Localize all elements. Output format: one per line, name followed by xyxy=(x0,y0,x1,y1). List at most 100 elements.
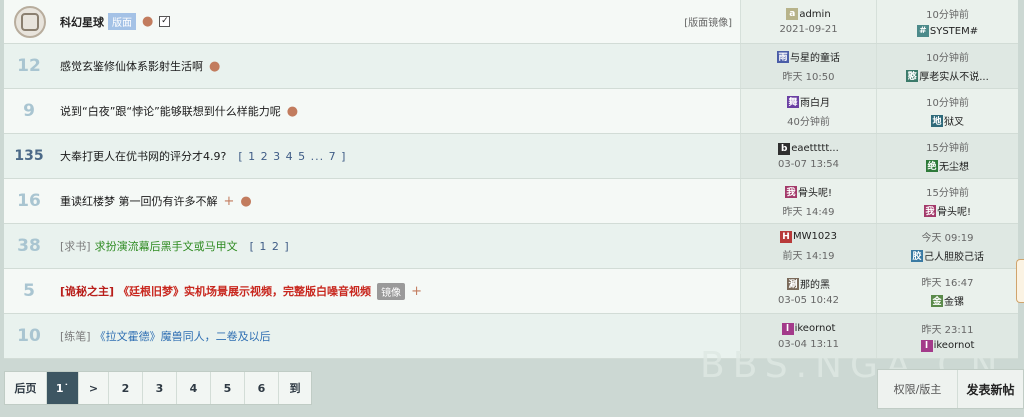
topic-title-link[interactable]: 说到“白夜”跟“悖论”能够联想到什么样能力呢 xyxy=(60,103,281,119)
user-avatar-icon: a xyxy=(786,8,799,20)
last-reply-time[interactable]: 10分钟前 xyxy=(926,49,969,64)
topic-title-cell: 说到“白夜”跟“悖论”能够联想到什么样能力呢 ● xyxy=(54,89,740,133)
last-replier-name: 金镙 xyxy=(944,297,964,308)
user-avatar-icon: 雨 xyxy=(777,50,789,63)
goto-page-button[interactable]: 到 xyxy=(279,372,311,404)
author-name: ikeornot xyxy=(794,323,836,334)
author-link[interactable]: 舞 雨白月 xyxy=(787,94,830,109)
topic-title-link[interactable]: 大奉打更人在优书网的评分才4.9? xyxy=(60,148,226,164)
last-replier-link[interactable]: 绝 无尘想 xyxy=(926,158,969,173)
topic-prefix[interactable]: [诡秘之主] xyxy=(60,283,114,299)
forum-name[interactable]: 科幻星球 xyxy=(60,14,104,30)
status-dot-icon: ● xyxy=(142,14,154,29)
last-reply-cell: 15分钟前 绝 无尘想 xyxy=(876,134,1018,178)
last-replier-name: SYSTEM# xyxy=(929,25,979,37)
reply-count: 135 xyxy=(4,134,54,178)
topic-title-cell: [诡秘之主] 《廷根旧梦》实机场景展示视频，完整版白噪音视频 镜像 + xyxy=(54,269,740,313)
last-replier-link[interactable]: 金 金镙 xyxy=(931,293,964,308)
author-cell: H MW1023 前天 14:19 xyxy=(740,224,876,268)
last-reply-time[interactable]: 昨天 23:11 xyxy=(922,321,974,336)
topic-title-link[interactable]: 《廷根旧梦》实机场景展示视频，完整版白噪音视频 xyxy=(118,283,371,299)
last-replier-name: 己人胆胶己话 xyxy=(924,252,984,263)
author-cell: 雨 与星的童话 昨天 10:50 xyxy=(740,44,876,88)
user-avatar-icon: 金 xyxy=(931,294,943,307)
user-avatar-icon: 地 xyxy=(931,114,943,127)
topic-row: 9 说到“白夜”跟“悖论”能够联想到什么样能力呢 ● 舞 雨白月 40分钟前 1… xyxy=(4,89,1018,134)
subscribe-checkbox[interactable]: ✓ xyxy=(159,16,171,27)
author-name: eaettttt... xyxy=(791,143,839,154)
last-replier-link[interactable]: 憨 厚老实从不说... xyxy=(906,68,989,83)
forum-mirror-link[interactable]: [版面镜像] xyxy=(684,14,732,29)
current-page[interactable]: 1˙ xyxy=(47,372,79,404)
topic-row: 5 [诡秘之主] 《廷根旧梦》实机场景展示视频，完整版白噪音视频 镜像 + 涮 … xyxy=(4,269,1018,314)
user-avatar-icon: 涮 xyxy=(787,277,799,290)
last-replier-link[interactable]: # SYSTEM# xyxy=(916,25,979,37)
author-link[interactable]: a admin xyxy=(786,8,831,20)
last-reply-time[interactable]: 15分钟前 xyxy=(926,184,969,199)
topic-pages-links[interactable]: [ 1 2 ] xyxy=(250,240,290,253)
last-replier-link[interactable]: 地 狱叉 xyxy=(931,113,964,128)
page-link[interactable]: 5 xyxy=(211,372,245,404)
topic-prefix[interactable]: [练笔] xyxy=(60,328,91,344)
last-reply-time[interactable]: 10分钟前 xyxy=(926,94,969,109)
status-dot-icon: ● xyxy=(240,193,252,209)
author-name: 那的黑 xyxy=(800,280,830,291)
user-avatar-icon: l xyxy=(781,322,794,335)
reply-count: 10 xyxy=(4,314,54,358)
pagination: 后页 1˙ > 2 3 4 5 6 到 xyxy=(4,371,312,405)
topic-title-link[interactable]: 求扮演流幕后黑手文或马甲文 xyxy=(95,238,238,254)
user-avatar-icon: 我 xyxy=(784,185,797,198)
last-replier-link[interactable]: 胶 己人胆胶己话 xyxy=(911,248,984,263)
permission-moderator-button[interactable]: 权限/版主 xyxy=(878,370,958,408)
author-link[interactable]: l ikeornot xyxy=(781,322,836,335)
author-name: MW1023 xyxy=(793,231,837,242)
reply-count: 16 xyxy=(4,179,54,223)
next-page-button[interactable]: > xyxy=(79,372,109,404)
page-link[interactable]: 4 xyxy=(177,372,211,404)
author-link[interactable]: H MW1023 xyxy=(780,230,837,243)
author-link[interactable]: 我 骨头呢! xyxy=(784,184,832,199)
page-link[interactable]: 6 xyxy=(245,372,279,404)
last-reply-time[interactable]: 10分钟前 xyxy=(926,6,969,21)
last-reply-time[interactable]: 15分钟前 xyxy=(926,139,969,154)
page-link[interactable]: 3 xyxy=(143,372,177,404)
last-reply-cell: 昨天 16:47 金 金镙 xyxy=(876,269,1018,313)
author-cell: a admin 2021-09-21 xyxy=(740,0,876,43)
topic-row: 135 大奉打更人在优书网的评分才4.9? [ 1 2 3 4 5 ... 7 … xyxy=(4,134,1018,179)
author-link[interactable]: 涮 那的黑 xyxy=(787,276,830,291)
side-panel-toggle[interactable] xyxy=(1016,259,1024,303)
topic-prefix[interactable]: [求书] xyxy=(60,238,91,254)
post-time: 昨天 14:49 xyxy=(782,207,835,218)
topic-title-link[interactable]: 重读红楼梦 第一回仍有许多不解 xyxy=(60,193,218,209)
last-replier-link[interactable]: 我 骨头呢! xyxy=(923,203,971,218)
user-avatar-icon: # xyxy=(916,25,929,37)
user-avatar-icon: b xyxy=(778,142,791,155)
last-reply-time[interactable]: 今天 09:19 xyxy=(922,229,974,244)
action-bar: 权限/版主 发表新帖 xyxy=(877,369,1024,409)
mirror-tag[interactable]: 镜像 xyxy=(377,282,406,300)
post-time: 40分钟前 xyxy=(787,117,830,128)
author-link[interactable]: b eaettttt... xyxy=(778,142,839,155)
status-dot-icon: ● xyxy=(209,58,221,74)
last-reply-time[interactable]: 昨天 16:47 xyxy=(922,274,974,289)
prev-page-button[interactable]: 后页 xyxy=(5,372,47,404)
topic-title-cell: 感觉玄鉴修仙体系影射生活啊 ● xyxy=(54,44,740,88)
author-link[interactable]: 雨 与星的童话 xyxy=(777,49,840,64)
author-cell: 舞 雨白月 40分钟前 xyxy=(740,89,876,133)
author-name: 与星的童话 xyxy=(790,53,840,64)
post-time: 昨天 10:50 xyxy=(782,72,835,83)
board-tag: 版面 xyxy=(108,13,136,30)
last-replier-name: 狱叉 xyxy=(944,117,964,128)
topic-title-cell: [求书] 求扮演流幕后黑手文或马甲文 [ 1 2 ] xyxy=(54,224,740,268)
topic-row: 16 重读红楼梦 第一回仍有许多不解 + ● 我 骨头呢! 昨天 14:49 1… xyxy=(4,179,1018,224)
plus-icon: + xyxy=(411,283,422,299)
topic-title-link[interactable]: 感觉玄鉴修仙体系影射生活啊 xyxy=(60,58,203,74)
post-time: 前天 14:19 xyxy=(782,250,835,262)
page-link[interactable]: 2 xyxy=(109,372,143,404)
topic-title-link[interactable]: 《拉文霍德》魔兽同人，二卷及以后 xyxy=(95,328,271,344)
forum-avatar-icon[interactable] xyxy=(14,5,46,38)
topic-pages-links[interactable]: [ 1 2 3 4 5 ... 7 ] xyxy=(238,150,346,163)
reply-count: 5 xyxy=(4,269,54,313)
new-post-button[interactable]: 发表新帖 xyxy=(958,370,1023,408)
topic-title-cell: 大奉打更人在优书网的评分才4.9? [ 1 2 3 4 5 ... 7 ] xyxy=(54,134,740,178)
